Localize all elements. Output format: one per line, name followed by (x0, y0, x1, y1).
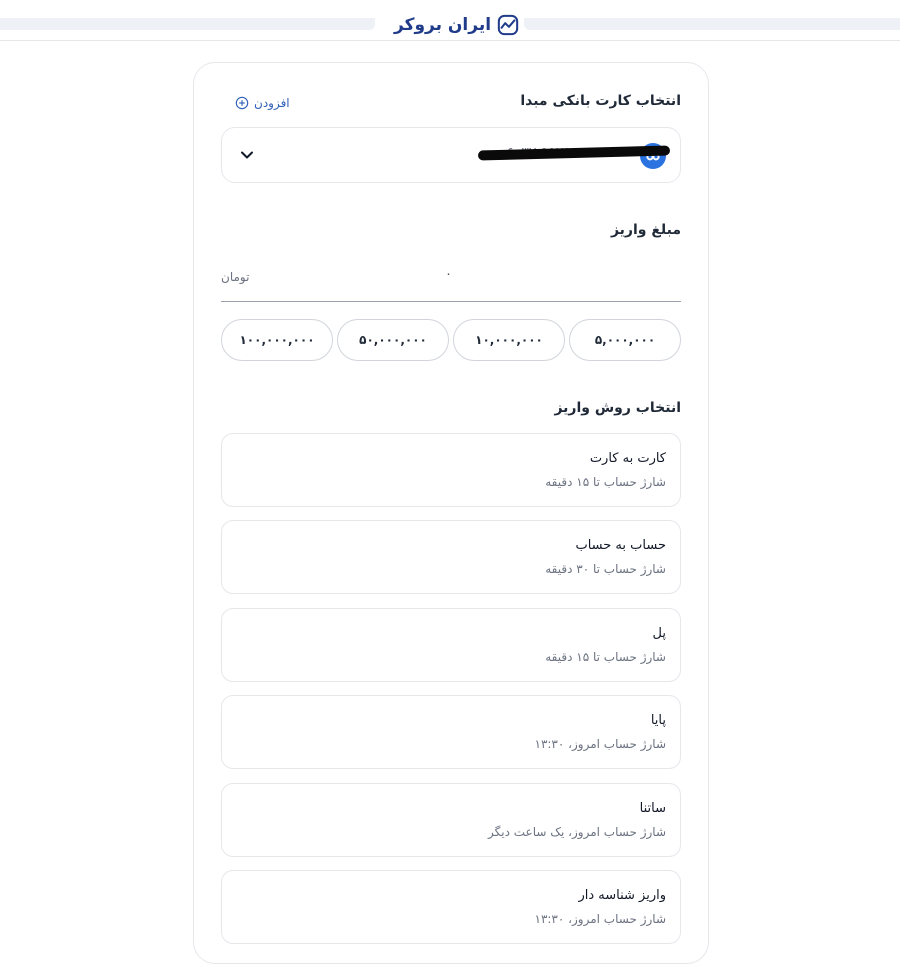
deposit-method-option[interactable]: کارت به کارت شارژ حساب تا ۱۵ دقیقه (221, 433, 681, 507)
method-description: شارژ حساب امروز، یک ساعت دیگر (488, 825, 666, 839)
deposit-method-option[interactable]: پایا شارژ حساب امروز، ۱۳:۳۰ (221, 695, 681, 769)
deposit-method-option[interactable]: پل شارژ حساب تا ۱۵ دقیقه (221, 608, 681, 682)
top-bar-decoration-right (524, 18, 900, 30)
chevron-down-icon[interactable] (238, 146, 256, 164)
method-description: شارژ حساب امروز، ۱۳:۳۰ (534, 737, 667, 751)
top-bar-decoration-left (0, 18, 375, 30)
method-name: واریز شناسه دار (578, 888, 666, 903)
preset-amount-button[interactable]: ۱۰,۰۰۰,۰۰۰ (453, 319, 565, 361)
preset-amount-button[interactable]: ۵۰,۰۰۰,۰۰۰ (337, 319, 449, 361)
top-bar: ایران بروکر (0, 0, 900, 41)
method-name: کارت به کارت (589, 451, 666, 466)
brand-logo[interactable]: ایران بروکر (394, 12, 519, 38)
method-name: حساب به حساب (575, 538, 666, 553)
method-name: پایا (650, 713, 666, 728)
preset-amount-button[interactable]: ۱۰۰,۰۰۰,۰۰۰ (221, 319, 333, 361)
source-card-select[interactable]: ۶۰۳۷ ۹۹۷۹ ۰۰۰۰ ۰۰۰۰ (221, 127, 681, 183)
deposit-method-title: انتخاب روش واریز (554, 400, 681, 416)
add-card-label: افزودن (254, 96, 290, 110)
amount-presets: ۵,۰۰۰,۰۰۰ ۱۰,۰۰۰,۰۰۰ ۵۰,۰۰۰,۰۰۰ ۱۰۰,۰۰۰,… (221, 319, 681, 361)
deposit-amount-title: مبلغ واریز (610, 222, 681, 238)
brand-logo-text: ایران بروکر (394, 15, 492, 35)
deposit-form-card: انتخاب کارت بانکی مبدا افزودن ۶۰۳۷ ۹۹۷۹ … (193, 62, 709, 964)
preset-amount-button[interactable]: ۵,۰۰۰,۰۰۰ (569, 319, 681, 361)
deposit-method-option[interactable]: حساب به حساب شارژ حساب تا ۳۰ دقیقه (221, 520, 681, 594)
amount-value: ۰ (445, 267, 452, 282)
plus-circle-icon (235, 96, 249, 110)
deposit-method-option[interactable]: واریز شناسه دار شارژ حساب امروز، ۱۳:۳۰ (221, 870, 681, 944)
deposit-method-option[interactable]: ساتنا شارژ حساب امروز، یک ساعت دیگر (221, 783, 681, 857)
method-description: شارژ حساب تا ۱۵ دقیقه (545, 650, 666, 664)
amount-input[interactable]: ۰ تومان (221, 256, 681, 302)
method-description: شارژ حساب تا ۳۰ دقیقه (545, 562, 666, 576)
method-name: ساتنا (639, 801, 666, 816)
chart-trend-icon (497, 14, 519, 36)
source-card-title: انتخاب کارت بانکی مبدا (520, 93, 681, 109)
method-description: شارژ حساب تا ۱۵ دقیقه (545, 475, 666, 489)
method-name: پل (652, 626, 666, 641)
add-card-button[interactable]: افزودن (235, 96, 290, 110)
method-description: شارژ حساب امروز، ۱۳:۳۰ (534, 912, 667, 926)
amount-unit: تومان (221, 270, 250, 284)
